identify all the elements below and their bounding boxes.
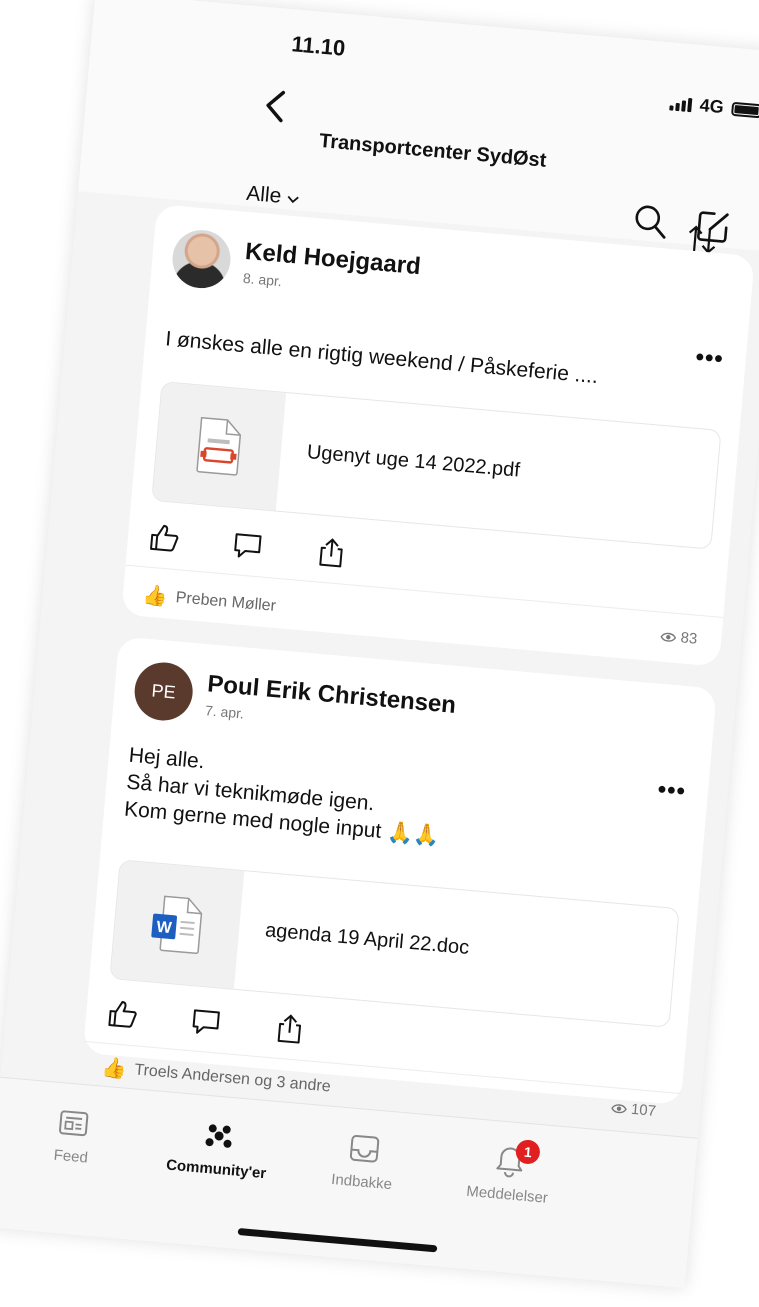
chevron-down-icon — [287, 195, 299, 204]
attachment-name: agenda 19 April 22.doc — [264, 919, 471, 960]
tab-bar: Feed Community'er Indbakke 1 Meddelelser — [0, 1076, 698, 1289]
page-title: Transportcenter SydØst — [318, 129, 548, 172]
reactions-summary[interactable]: 👍 Preben Møller — [142, 582, 277, 619]
tab-communities[interactable]: Community'er — [151, 1113, 286, 1183]
avatar[interactable]: PE — [132, 660, 196, 723]
share-icon[interactable] — [314, 535, 349, 570]
thumbs-up-emoji-icon: 👍 — [141, 584, 169, 609]
attachment-thumbnail — [152, 382, 287, 511]
status-time: 11.10 — [290, 31, 347, 61]
tab-label: Indbakke — [330, 1170, 393, 1194]
attachment-name: Ugenyt uge 14 2022.pdf — [306, 441, 521, 482]
attachment-thumbnail: W — [110, 860, 245, 989]
views-number: 107 — [630, 1100, 657, 1120]
views-count: 83 — [660, 628, 698, 648]
like-icon[interactable] — [105, 997, 140, 1032]
home-indicator[interactable] — [237, 1228, 438, 1253]
signal-icon — [669, 96, 693, 112]
thumbs-up-emoji-icon: 👍 — [100, 1056, 128, 1081]
views-count: 107 — [610, 1099, 657, 1120]
inbox-icon — [349, 1134, 380, 1163]
attachment-card[interactable]: Ugenyt uge 14 2022.pdf — [151, 381, 722, 550]
feed-icon — [59, 1110, 89, 1137]
back-icon[interactable] — [258, 85, 291, 127]
filter-dropdown[interactable]: Alle — [245, 182, 300, 211]
like-icon[interactable] — [147, 521, 182, 556]
filter-label: Alle — [245, 181, 283, 208]
post-text: Hej alle. Så har vi teknikmøde igen. Kom… — [123, 742, 686, 871]
more-options-icon[interactable]: ••• — [694, 344, 724, 374]
phone-screen: 11.10 4G Transportcenter SydØst Alle Kel… — [0, 0, 759, 1289]
svg-text:W: W — [156, 919, 173, 937]
share-icon[interactable] — [272, 1011, 307, 1046]
comment-icon[interactable] — [189, 1004, 224, 1039]
battery-icon — [731, 101, 759, 118]
comment-icon[interactable] — [230, 528, 265, 563]
tab-label: Feed — [52, 1146, 89, 1167]
tab-feed[interactable]: Feed — [5, 1101, 140, 1171]
tab-label: Meddelelser — [465, 1182, 549, 1207]
post-card[interactable]: Keld Hoejgaard 8. apr. ••• I ønskes alle… — [121, 204, 755, 667]
avatar-initials: PE — [150, 679, 177, 702]
post-card[interactable]: PE Poul Erik Christensen 7. apr. ••• Hej… — [82, 636, 718, 1120]
tab-inbox[interactable]: Indbakke — [296, 1126, 431, 1196]
eye-icon — [660, 632, 677, 642]
post-date: 8. apr. — [242, 269, 283, 290]
community-icon — [205, 1124, 232, 1148]
word-file-icon: W — [151, 895, 203, 955]
tab-label: Community'er — [165, 1156, 267, 1183]
post-date: 7. apr. — [204, 702, 245, 722]
post-actions — [147, 521, 349, 570]
avatar[interactable] — [170, 227, 233, 291]
attachment-card[interactable]: W agenda 19 April 22.doc — [109, 859, 680, 1028]
reactions-text: Preben Møller — [175, 588, 277, 615]
post-actions — [105, 997, 307, 1046]
eye-icon — [611, 1103, 627, 1113]
tab-notifications[interactable]: 1 Meddelelser — [442, 1138, 577, 1209]
pdf-file-icon — [196, 416, 242, 476]
views-number: 83 — [679, 629, 698, 648]
search-icon[interactable] — [631, 202, 670, 241]
